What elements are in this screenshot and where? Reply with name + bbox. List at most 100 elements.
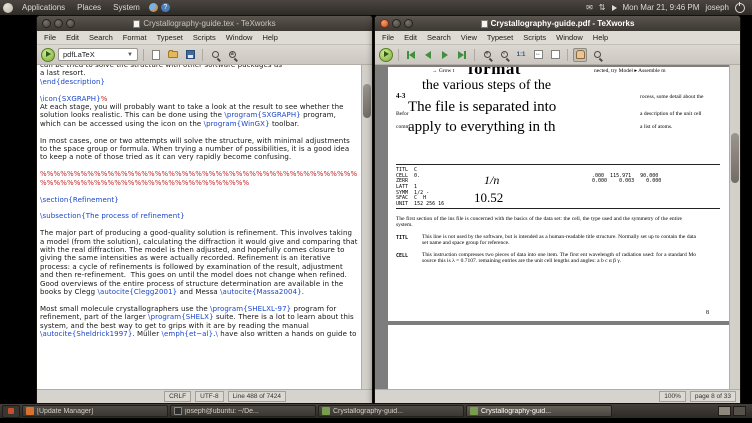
editor-line: In most cases, one or two attempts will …	[40, 136, 353, 162]
zoom-out-button[interactable]: -	[497, 48, 511, 62]
open-file-button[interactable]	[166, 48, 180, 62]
replace-button[interactable]: a	[225, 48, 239, 62]
editor-menubar: File Edit Search Format Typeset Scripts Window…	[37, 31, 372, 45]
zoom-out-icon: -	[500, 51, 508, 58]
pdf-canvas[interactable]: → Grow t format nected, try Model ▸ Asse…	[375, 65, 729, 389]
pdf-menu-typeset[interactable]: Typeset	[482, 31, 518, 44]
replace-icon: a	[228, 51, 236, 58]
close-button[interactable]	[42, 19, 51, 28]
save-file-button[interactable]	[183, 48, 197, 62]
clock[interactable]: Mon Mar 21, 9:46 PM	[623, 3, 700, 12]
editor-window: Crystallography-guide.tex - TeXworks Fil…	[36, 15, 373, 404]
next-page-button[interactable]	[438, 48, 452, 62]
find-button[interactable]	[208, 48, 222, 62]
pdf-menu-file[interactable]: File	[377, 31, 399, 44]
source-editor[interactable]: can be tried to solve the structure with…	[37, 65, 372, 389]
task-label: Crystallography-guid...	[481, 407, 552, 415]
editor-scrollbar-thumb[interactable]	[363, 84, 371, 118]
previous-page-button[interactable]	[421, 48, 435, 62]
line-indicator: Line 488 of 7424	[227, 391, 286, 402]
network-indicator-icon[interactable]: ⇅	[599, 0, 606, 15]
maximize-button[interactable]	[404, 19, 413, 28]
fit-window-icon	[550, 50, 560, 59]
editor-menu-help[interactable]: Help	[257, 31, 282, 44]
pdf-view-area: → Grow t format nected, try Model ▸ Asse…	[375, 65, 740, 389]
pdf-menu-scripts[interactable]: Scripts	[518, 31, 551, 44]
typeset-profile-combo[interactable]: pdfLaTeX ▼	[58, 48, 138, 61]
fit-width-button[interactable]: ↔	[531, 48, 545, 62]
close-button[interactable]	[380, 19, 389, 28]
minimize-button[interactable]	[54, 19, 63, 28]
ins-listing-line: UNIT 152 256 16	[396, 201, 445, 208]
editor-menu-edit[interactable]: Edit	[61, 31, 84, 44]
pdf-entry-text: This line is not used by the software, b…	[422, 234, 696, 247]
editor-menu-format[interactable]: Format	[118, 31, 152, 44]
actual-size-button[interactable]: 1:1	[514, 48, 528, 62]
user-menu[interactable]: joseph	[705, 3, 729, 12]
pdf-menu-search[interactable]: Search	[422, 31, 456, 44]
pdf-titlebar[interactable]: Crystallography-guide.pdf - TeXworks	[375, 16, 740, 31]
taskbar-item[interactable]: Crystallography-guid...	[466, 405, 612, 417]
editor-menu-scripts[interactable]: Scripts	[188, 31, 221, 44]
editor-scrollbar[interactable]	[361, 65, 372, 389]
pdf-entry-list: TITL This line is not used by the softwar…	[396, 234, 696, 270]
pdf-menu-window[interactable]: Window	[551, 31, 588, 44]
show-desktop-icon	[8, 408, 14, 414]
hand-tool-icon	[575, 50, 585, 59]
typeset-run-button[interactable]	[379, 47, 393, 62]
pdf-page: → Grow t format nected, try Model ▸ Asse…	[388, 67, 729, 389]
first-page-button[interactable]	[404, 48, 418, 62]
open-folder-icon	[168, 50, 178, 58]
pdf-scrollbar[interactable]	[729, 65, 740, 389]
pdf-menu-view[interactable]: View	[456, 31, 482, 44]
pdf-magnified-line: apply to everything in th	[408, 119, 556, 135]
editor-line: %%%%%%%%%%%%%%%%%%%%%%%%%%%%%%%%%%%%%%%%…	[40, 170, 358, 187]
new-document-button[interactable]	[149, 48, 163, 62]
workspace-1[interactable]	[718, 406, 731, 416]
panel-menu-applications[interactable]: Applications	[16, 0, 71, 15]
pdf-text-fragment: nected, try Model ▸ Assemble m	[594, 68, 666, 74]
texworks-icon	[470, 407, 478, 415]
panel-menu-system[interactable]: System	[107, 0, 146, 15]
session-power-icon[interactable]	[735, 1, 745, 13]
editor-menu-window[interactable]: Window	[221, 31, 258, 44]
editor-menu-file[interactable]: File	[39, 31, 61, 44]
show-desktop-button[interactable]	[2, 404, 20, 418]
minimize-button[interactable]	[392, 19, 401, 28]
magnifier-tool-button[interactable]	[590, 48, 604, 62]
maximize-button[interactable]	[66, 19, 75, 28]
pdf-window-buttons	[375, 19, 418, 28]
help-launcher-icon[interactable]: ?	[160, 3, 170, 12]
ins-listing: TITL C CELL 0. .000 115.971 90.000 ZERR 0.00…	[396, 167, 726, 208]
pdf-magnified-fraction: 1/n	[484, 173, 500, 187]
pdf-menu-help[interactable]: Help	[588, 31, 613, 44]
editor-window-title: Crystallography-guide.tex - TeXworks	[37, 19, 372, 28]
taskbar-item[interactable]: [Update Manager]	[22, 405, 168, 417]
mail-indicator-icon[interactable]: ✉	[586, 0, 593, 15]
fit-width-icon: ↔	[533, 50, 543, 59]
fit-window-button[interactable]	[548, 48, 562, 62]
zoom-in-button[interactable]: +	[480, 48, 494, 62]
volume-indicator-icon[interactable]	[611, 4, 617, 11]
panel-indicators: ✉ ⇅ Mon Mar 21, 9:46 PM joseph	[586, 0, 752, 15]
hand-tool-button[interactable]	[573, 47, 587, 62]
actual-size-icon: 1:1	[516, 51, 526, 58]
pdf-menu-edit[interactable]: Edit	[399, 31, 422, 44]
pdf-rule	[396, 164, 720, 165]
task-label: joseph@ubuntu: ~/De...	[185, 407, 259, 415]
last-page-button[interactable]	[455, 48, 469, 62]
eol-mode-badge: CRLF	[164, 391, 192, 402]
workspace-2[interactable]	[733, 406, 746, 416]
editor-menu-search[interactable]: Search	[84, 31, 118, 44]
browser-launcher-icon[interactable]	[148, 3, 158, 12]
taskbar-item[interactable]: Crystallography-guid...	[318, 405, 464, 417]
editor-menu-typeset[interactable]: Typeset	[152, 31, 188, 44]
taskbar-item[interactable]: joseph@ubuntu: ~/De...	[170, 405, 316, 417]
typeset-run-button[interactable]	[41, 47, 55, 62]
panel-menu-places[interactable]: Places	[71, 0, 107, 15]
editor-titlebar[interactable]: Crystallography-guide.tex - TeXworks	[37, 16, 372, 31]
distro-logo-icon[interactable]	[3, 2, 13, 13]
pdf-scrollbar-thumb[interactable]	[731, 133, 739, 183]
